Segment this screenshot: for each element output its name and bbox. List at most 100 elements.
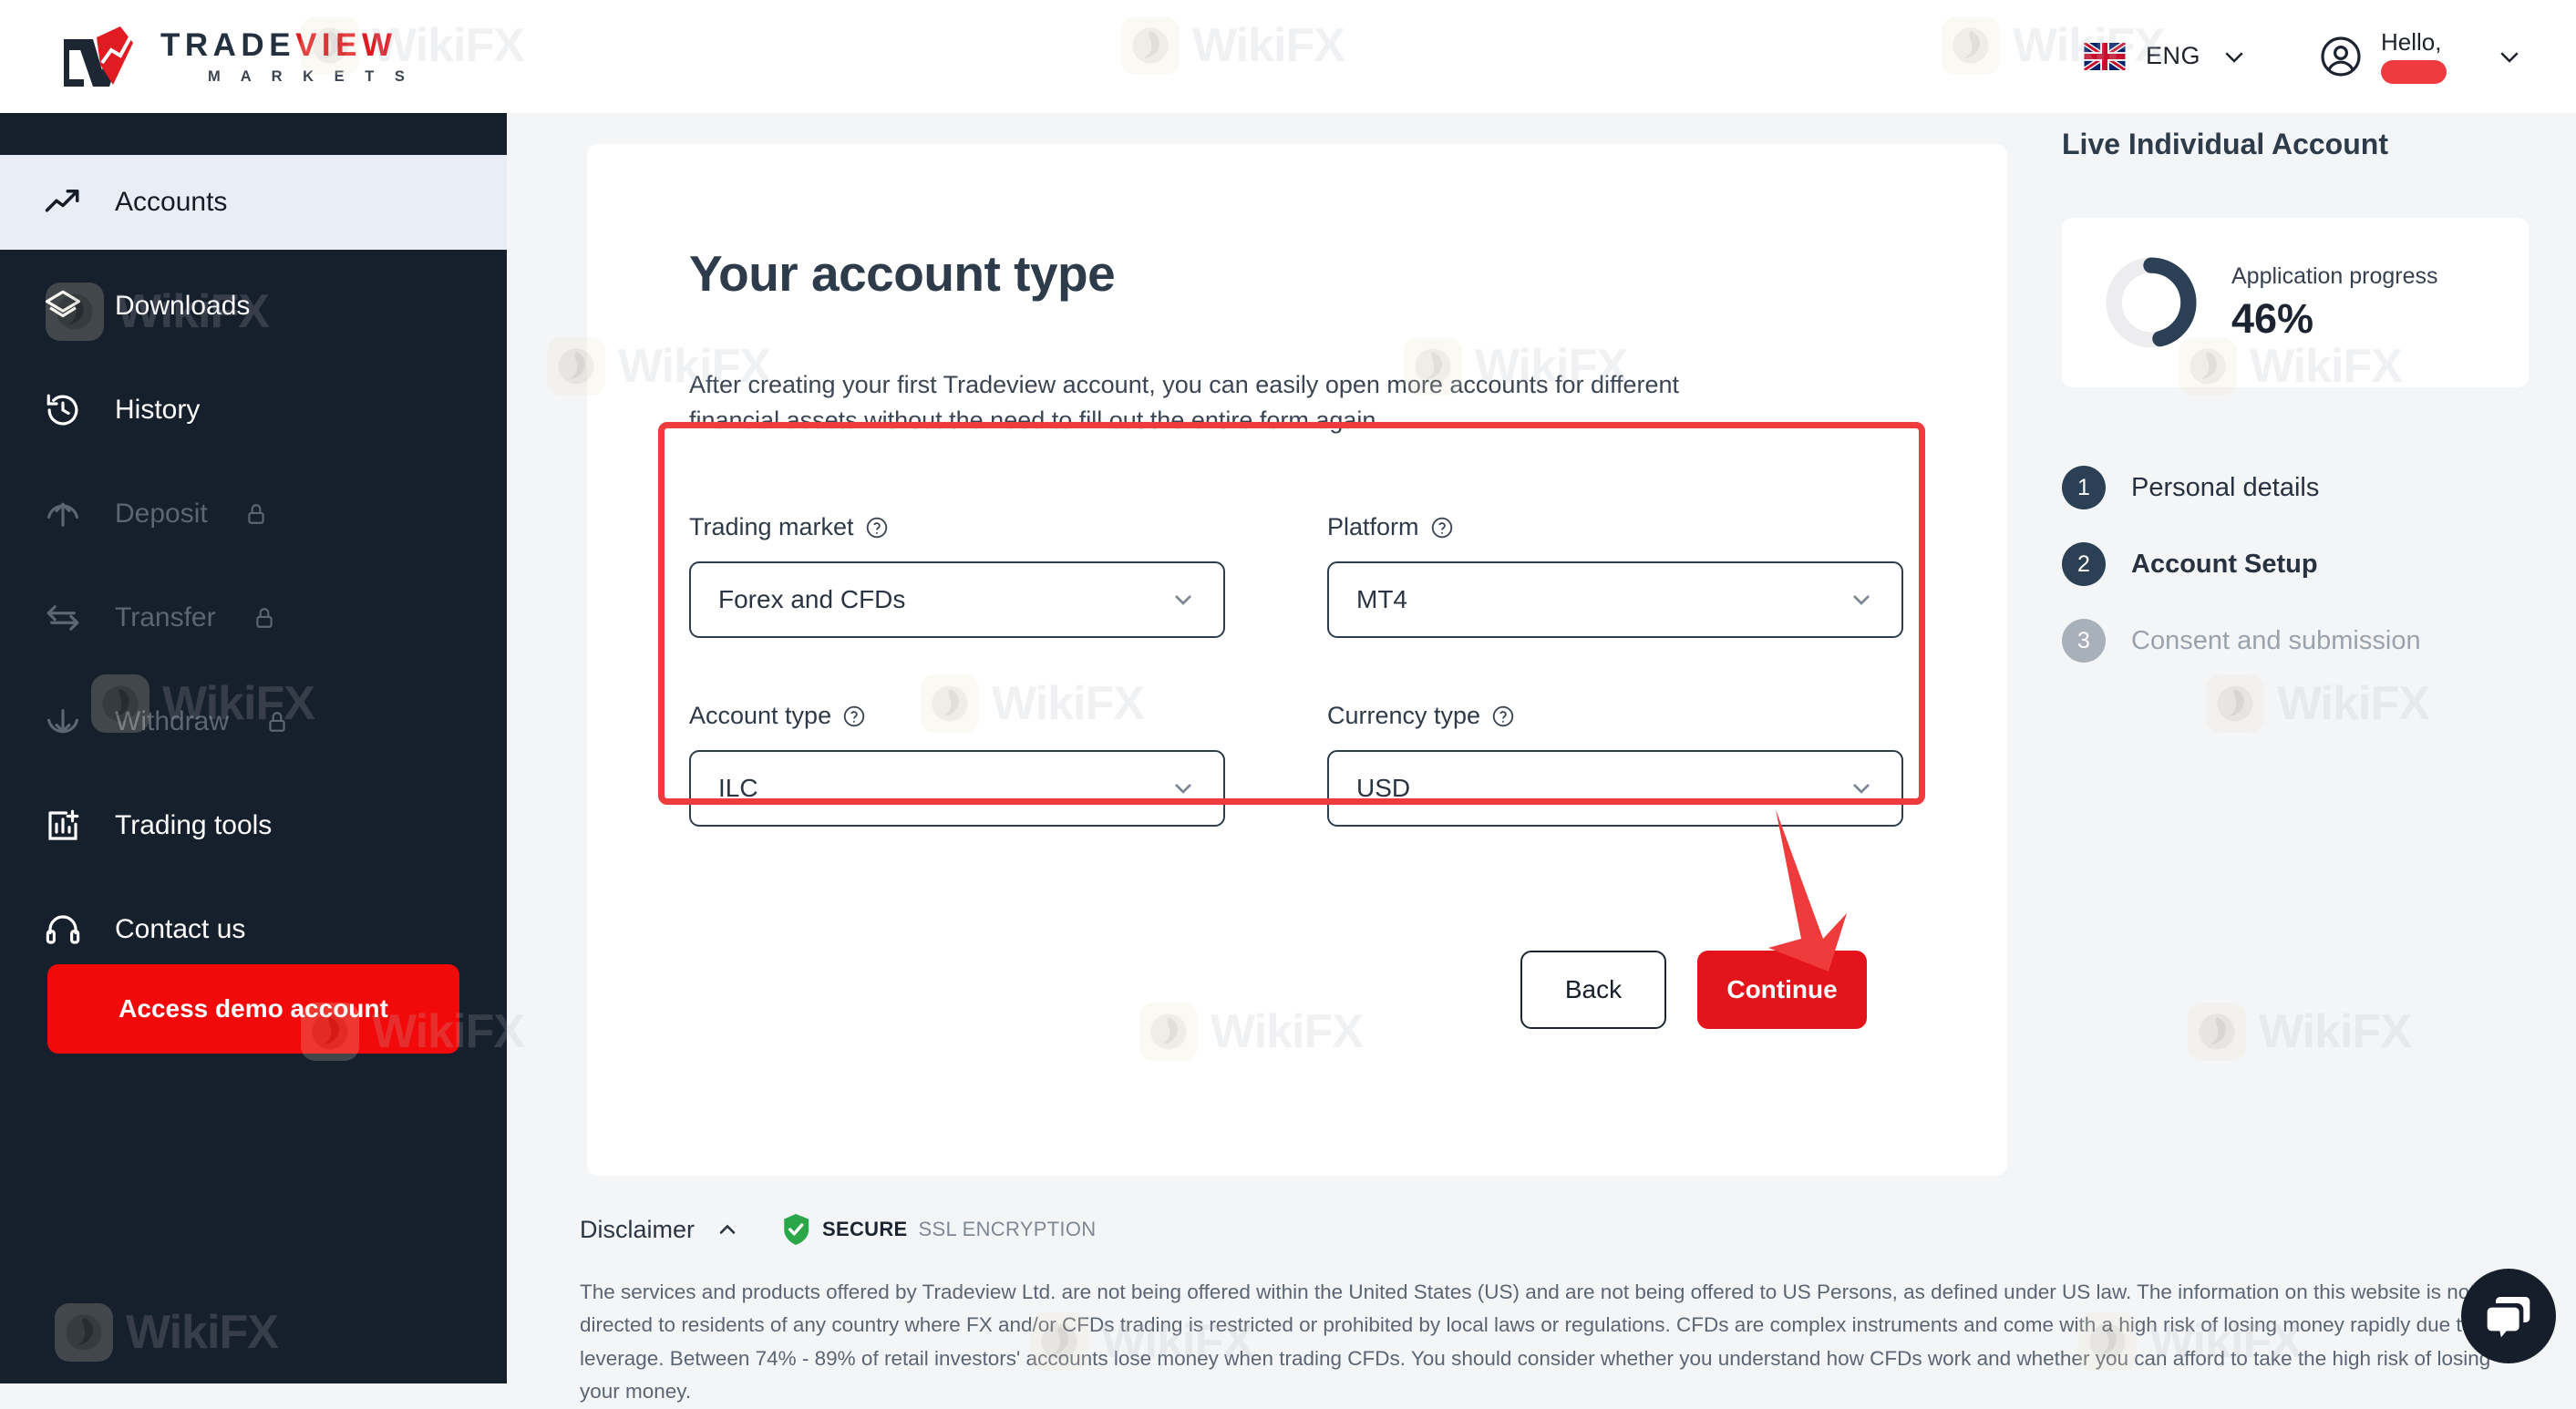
sidebar-item-label: Contact us [115, 914, 245, 945]
lock-icon [265, 710, 289, 734]
tradeview-logo-mark [57, 23, 140, 90]
sidebar-item-label: Accounts [115, 187, 227, 218]
step-personal-details[interactable]: 1 Personal details [2062, 466, 2536, 509]
ssl-badge: SECURE SSL ENCRYPTION [780, 1212, 1096, 1247]
field-label-row: Account type [689, 702, 1225, 730]
disclaimer-text: The services and products offered by Tra… [580, 1276, 2521, 1409]
user-menu[interactable]: Hello, [2319, 29, 2523, 85]
disclaimer-toggle-label[interactable]: Disclaimer [580, 1216, 695, 1244]
chat-bubbles-icon [2483, 1291, 2534, 1342]
lock-icon [252, 606, 276, 630]
back-button[interactable]: Back [1520, 951, 1666, 1029]
field-label-row: Currency type [1327, 702, 1903, 730]
watermark-text: WikiFX [2259, 1004, 2411, 1059]
headset-icon [44, 910, 82, 949]
greeting-text: Hello, [2381, 29, 2447, 57]
sidebar-item-trading-tools[interactable]: Trading tools [0, 778, 507, 873]
logo-word-red: VIEW [295, 27, 397, 63]
language-selector[interactable]: ENG [2084, 42, 2248, 70]
trading-market-select[interactable]: Forex and CFDs [689, 561, 1225, 638]
shield-check-icon [780, 1212, 811, 1247]
brand-logo[interactable]: TRADEVIEW M A R K E T S [57, 23, 413, 90]
trending-up-icon [44, 183, 82, 221]
layers-icon [44, 287, 82, 325]
user-circle-icon [2319, 35, 2363, 78]
step-number: 3 [2062, 619, 2106, 663]
sidebar-item-history[interactable]: History [0, 363, 507, 458]
help-circle-icon[interactable] [842, 704, 866, 728]
header-right-controls: ENG Hello, [2084, 29, 2523, 85]
ssl-encryption-text: SSL ENCRYPTION [919, 1218, 1097, 1241]
selected-value: ILC [718, 774, 758, 803]
step-label: Consent and submission [2131, 626, 2421, 656]
bar-chart-plus-icon [44, 807, 82, 845]
progress-donut-chart [2104, 255, 2199, 350]
sidebar-item-accounts[interactable]: Accounts [0, 155, 507, 250]
sidebar-item-label: Transfer [115, 602, 216, 633]
help-circle-icon[interactable] [1491, 704, 1515, 728]
application-steps: 1 Personal details 2 Account Setup 3 Con… [2062, 466, 2536, 663]
field-label-row: Platform [1327, 513, 1903, 541]
uk-flag-icon [2084, 43, 2126, 70]
step-account-setup[interactable]: 2 Account Setup [2062, 542, 2536, 586]
field-account-type: Account type ILC [689, 702, 1225, 827]
field-label: Currency type [1327, 702, 1480, 730]
progress-value: 46% [2231, 295, 2438, 343]
sidebar-item-contact-us[interactable]: Contact us [0, 882, 507, 977]
chevron-down-icon[interactable] [2496, 43, 2523, 70]
red-arrow-down-icon [1759, 802, 1869, 975]
left-sidebar: Accounts Downloads History Deposit Trans… [0, 100, 507, 1383]
logo-word-dark: TRADE [160, 27, 295, 63]
field-label: Platform [1327, 513, 1419, 541]
chevron-down-icon [1169, 774, 1198, 803]
field-label: Account type [689, 702, 831, 730]
logo-wordmark: TRADEVIEW M A R K E T S [160, 29, 413, 85]
selected-value: Forex and CFDs [718, 585, 905, 614]
account-type-select[interactable]: ILC [689, 750, 1225, 827]
help-circle-icon[interactable] [1430, 516, 1454, 540]
arrow-up-circle-icon [44, 495, 82, 533]
caret-up-icon[interactable] [715, 1217, 740, 1242]
chat-widget-button[interactable] [2461, 1269, 2556, 1363]
field-label: Trading market [689, 513, 854, 541]
selected-value: MT4 [1356, 585, 1407, 614]
clock-rewind-icon [44, 391, 82, 429]
logo-subtitle: M A R K E T S [208, 69, 413, 85]
field-label-row: Trading market [689, 513, 1225, 541]
sidebar-item-withdraw[interactable]: Withdraw [0, 674, 507, 769]
sidebar-item-deposit[interactable]: Deposit [0, 467, 507, 561]
sidebar-item-transfer[interactable]: Transfer [0, 571, 507, 665]
step-label: Personal details [2131, 473, 2319, 503]
field-trading-market: Trading market Forex and CFDs [689, 513, 1225, 638]
language-code: ENG [2146, 42, 2200, 70]
sidebar-item-downloads[interactable]: Downloads [0, 259, 507, 354]
sidebar-item-label: Deposit [115, 499, 208, 530]
wikifx-logo-badge [2206, 674, 2264, 733]
step-consent-and-submission[interactable]: 3 Consent and submission [2062, 619, 2536, 663]
transfer-arrows-icon [44, 599, 82, 637]
sidebar-item-label: History [115, 395, 200, 426]
step-label: Account Setup [2131, 550, 2318, 580]
access-demo-account-button[interactable]: Access demo account [47, 964, 459, 1054]
chevron-down-icon [1169, 585, 1198, 614]
user-greeting-block: Hello, [2381, 29, 2447, 85]
application-progress-card: Application progress 46% [2062, 218, 2529, 387]
sidebar-item-label: Withdraw [115, 706, 229, 737]
step-number: 1 [2062, 466, 2106, 509]
arrow-down-circle-icon [44, 703, 82, 741]
ssl-secure-text: SECURE [822, 1218, 908, 1241]
step-number: 2 [2062, 542, 2106, 586]
top-header: TRADEVIEW M A R K E T S ENG Hello, [0, 0, 2576, 113]
lock-icon [244, 502, 268, 526]
progress-label: Application progress [2231, 263, 2438, 290]
chevron-down-icon [1847, 585, 1876, 614]
field-platform: Platform MT4 [1327, 513, 1903, 638]
account-type-heading: Live Individual Account [2062, 128, 2536, 161]
redacted-username [2381, 60, 2447, 84]
right-panel: Live Individual Account Application prog… [2062, 128, 2536, 663]
chevron-down-icon[interactable] [2221, 43, 2248, 70]
platform-select[interactable]: MT4 [1327, 561, 1903, 638]
help-circle-icon[interactable] [865, 516, 889, 540]
watermark-text: WikiFX [2277, 676, 2429, 731]
account-type-card: Your account type After creating your fi… [587, 144, 2007, 1176]
